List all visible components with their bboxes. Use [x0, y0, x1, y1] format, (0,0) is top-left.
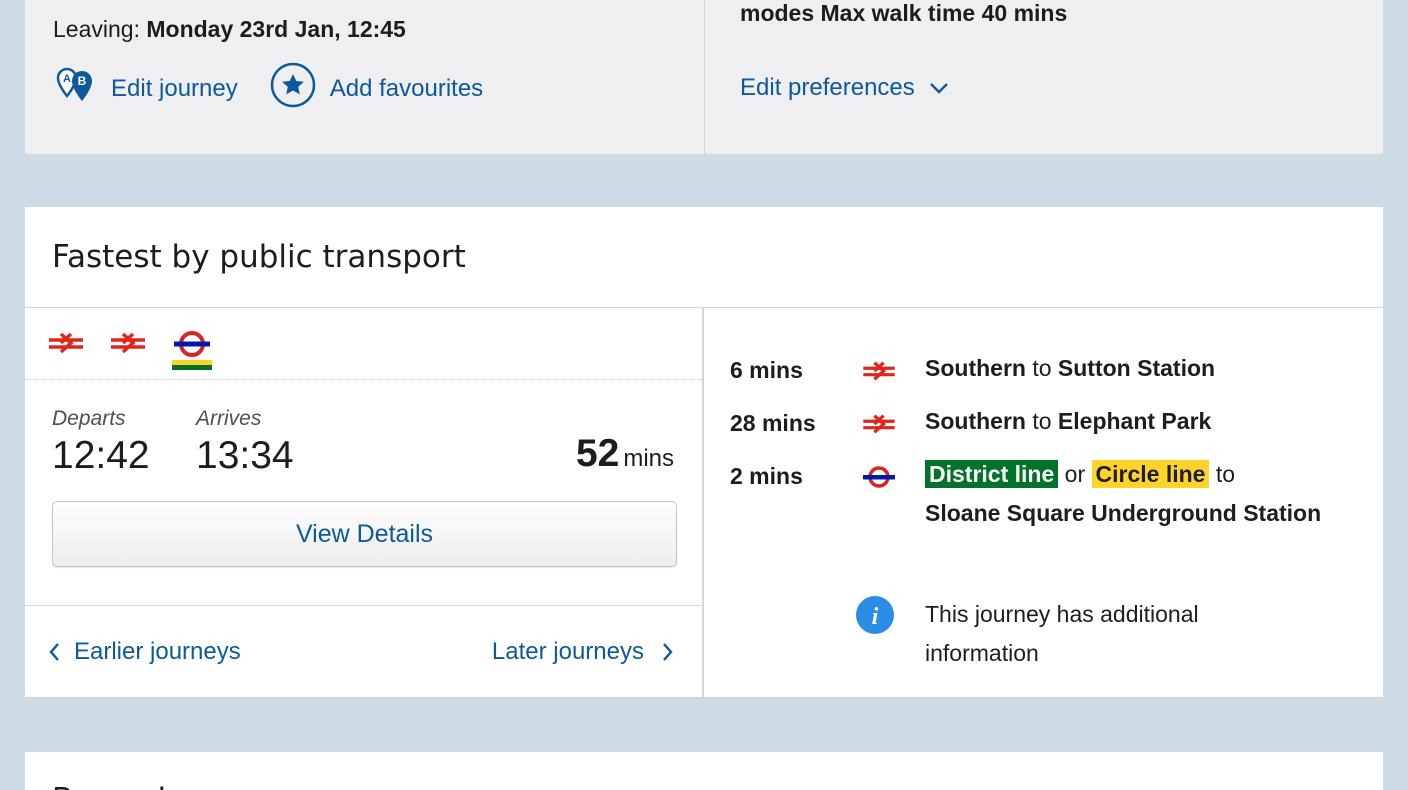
bus-only-card: Bus only	[25, 752, 1383, 790]
duration-unit: mins	[623, 445, 674, 472]
dotted-divider	[25, 379, 704, 380]
underground-roundel-icon	[172, 331, 212, 370]
underground-roundel-icon	[863, 466, 895, 488]
departs-time: 12:42	[52, 434, 150, 477]
mode-icons	[47, 330, 213, 372]
leg-time: 2 mins	[730, 463, 803, 489]
add-favourites-label: Add favourites	[329, 74, 484, 102]
journey-summary-column: Departs Arrives 12:42 13:34 52 mins View…	[25, 308, 704, 697]
chevron-down-icon	[929, 83, 948, 94]
svg-text:A: A	[63, 73, 71, 85]
national-rail-icon	[863, 361, 895, 381]
departs-label: Departs	[52, 407, 126, 430]
card-title: Fastest by public transport	[52, 239, 466, 275]
divider	[25, 605, 704, 606]
national-rail-icon	[863, 414, 895, 434]
leg-description: Southern to Elephant Park	[925, 402, 1325, 441]
fastest-journey-card: Fastest by public transport Departs Arri…	[25, 207, 1383, 699]
star-icon	[270, 62, 316, 115]
svg-text:i: i	[872, 604, 879, 630]
journey-summary-left: Leaving: Monday 23rd Jan, 12:45 A B Edit…	[25, 0, 705, 155]
arrives-time: 13:34	[196, 434, 294, 477]
leg-time: 28 mins	[730, 410, 816, 436]
edit-preferences-label: Edit preferences	[740, 74, 915, 101]
info-icon: i	[856, 596, 894, 634]
leaving-value: Monday 23rd Jan, 12:45	[146, 16, 406, 42]
national-rail-icon	[49, 332, 83, 354]
leg-destination: Sloane Square Underground Station	[925, 500, 1322, 526]
arrives-label: Arrives	[196, 407, 262, 430]
journey-duration: 52 mins	[576, 432, 674, 476]
leg-destination: Sutton Station	[1057, 355, 1216, 381]
leg-time: 6 mins	[730, 357, 803, 383]
leg-description: Southern to Sutton Station	[925, 349, 1325, 388]
district-line-badge: District line	[925, 460, 1059, 488]
leg-operator: Southern	[925, 355, 1026, 381]
chevron-right-icon	[663, 643, 673, 661]
earlier-journeys-link[interactable]: Earlier journeys	[48, 638, 241, 666]
journey-legs-column: 6 mins Southern to Sutton Station 28 min…	[705, 308, 1383, 697]
leg-description: District line or Circle line to Sloane S…	[925, 455, 1325, 533]
chevron-left-icon	[49, 643, 59, 661]
circle-line-badge: Circle line	[1091, 460, 1210, 488]
leg-to: to	[1032, 408, 1052, 434]
journey-actions: A B Edit journey Add favourites	[53, 62, 483, 115]
leg-destination: Elephant Park	[1057, 408, 1212, 434]
earlier-journeys-label: Earlier journeys	[74, 638, 241, 665]
journey-summary-panel: Leaving: Monday 23rd Jan, 12:45 A B Edit…	[25, 0, 1383, 155]
leg-operator: Southern	[925, 408, 1026, 434]
national-rail-icon	[111, 332, 145, 354]
route-pin-icon: A B	[53, 63, 97, 114]
leg-or: or	[1064, 461, 1086, 487]
leg-to: to	[1032, 355, 1052, 381]
modes-summary: modes Max walk time 40 mins	[740, 0, 1068, 26]
later-journeys-link[interactable]: Later journeys	[492, 638, 674, 666]
edit-preferences-link[interactable]: Edit preferences	[740, 74, 949, 102]
leaving-label: Leaving:	[53, 16, 140, 42]
edit-journey-link[interactable]: A B Edit journey	[53, 63, 238, 114]
add-favourites-link[interactable]: Add favourites	[270, 62, 483, 115]
card-title: Bus only	[52, 782, 185, 790]
duration-value: 52	[575, 432, 620, 475]
leg-to: to	[1215, 461, 1236, 487]
additional-info-text: This journey has additional information	[925, 601, 1199, 666]
view-details-button[interactable]: View Details	[52, 501, 677, 567]
edit-journey-label: Edit journey	[111, 74, 238, 102]
svg-text:B: B	[78, 74, 87, 88]
leaving-info: Leaving: Monday 23rd Jan, 12:45	[53, 16, 406, 43]
later-journeys-label: Later journeys	[491, 638, 644, 665]
